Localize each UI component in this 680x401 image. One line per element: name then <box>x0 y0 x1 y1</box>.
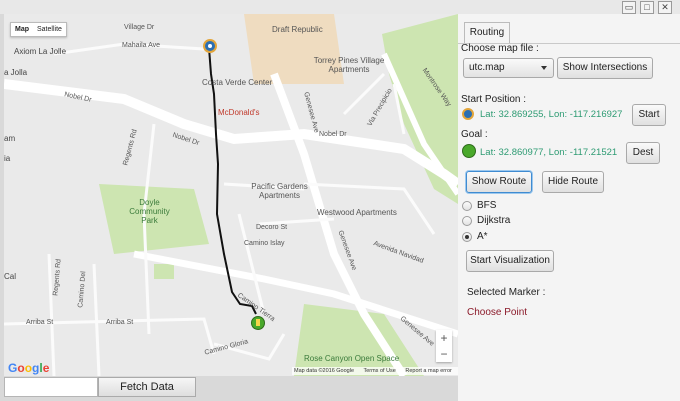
label-arriba-1: Arriba St <box>26 319 54 326</box>
park-area <box>154 264 174 279</box>
label-mcdonalds: McDonald's <box>218 108 260 117</box>
label-costa-verde: Costa Verde Center <box>202 78 273 87</box>
report-error-link[interactable]: Report a map error <box>405 368 451 374</box>
choose-point-text: Choose Point <box>467 307 528 318</box>
label-pacific-gardens: Pacific Gardens Apartments <box>251 182 308 200</box>
show-intersections-button[interactable]: Show Intersections <box>557 57 653 79</box>
start-visualization-button[interactable]: Start Visualization <box>466 250 554 272</box>
label-nobel-3: Nobel Dr <box>319 131 347 138</box>
label-draft-republic: Draft Republic <box>272 25 323 34</box>
label-cal: Cal <box>4 272 17 281</box>
start-button[interactable]: Start <box>632 104 666 126</box>
label-village-dr: Village Dr <box>124 24 155 31</box>
tab-routing[interactable]: Routing <box>464 22 510 43</box>
radio-dijkstra-label: Dijkstra <box>477 215 511 226</box>
label-axiom: Axiom La Jolle <box>14 47 67 56</box>
routing-panel: Routing Choose map file : utc.map Show I… <box>458 14 680 401</box>
show-route-button[interactable]: Show Route <box>466 171 532 193</box>
hide-route-button[interactable]: Hide Route <box>542 171 604 193</box>
radio-bfs-label: BFS <box>477 200 497 211</box>
minimize-icon[interactable]: ▭ <box>622 1 636 14</box>
label-jolla: a Jolla <box>4 68 28 77</box>
window-title-bar: ▭ □ ✕ <box>0 0 680 14</box>
map-file-value: utc.map <box>469 62 505 73</box>
map-attribution: Map data ©2016 Google Terms of Use Repor… <box>292 367 458 375</box>
map-type-satellite[interactable]: Satellite <box>33 23 66 36</box>
close-icon[interactable]: ✕ <box>658 1 672 14</box>
zoom-control[interactable]: + − <box>436 330 452 362</box>
start-coordinates: Lat: 32.869255, Lon: -117.216927 <box>480 109 623 120</box>
label-mahaila-ave: Mahaila Ave <box>122 42 161 49</box>
radio-astar-label: A* <box>477 231 488 242</box>
goal-coordinates: Lat: 32.860977, Lon: -117.21521 <box>480 147 618 158</box>
maximize-icon[interactable]: □ <box>640 1 654 14</box>
google-logo: Google <box>8 361 50 375</box>
label-decoro-st: Decoro St <box>256 224 288 231</box>
radio-dijkstra[interactable] <box>462 216 472 226</box>
zoom-in-button[interactable]: + <box>436 330 452 346</box>
map-type-control[interactable]: Map Satellite <box>10 22 67 37</box>
label-rose-canyon: Rose Canyon Open Space <box>304 354 400 363</box>
label-doyle-park: Doyle Community Park <box>129 198 170 225</box>
start-marker-icon[interactable] <box>203 39 217 53</box>
terms-of-use-link[interactable]: Terms of Use <box>363 368 395 374</box>
map-file-select[interactable]: utc.map <box>463 58 554 78</box>
choose-map-label: Choose map file : <box>461 43 539 54</box>
map-type-map[interactable]: Map <box>11 23 33 36</box>
label-ia: ia <box>4 154 11 163</box>
label-torrey-pines: Torrey Pines Village Apartments <box>313 56 385 74</box>
radio-astar[interactable] <box>462 232 472 242</box>
zoom-out-button[interactable]: − <box>436 346 452 362</box>
goal-marker-icon[interactable] <box>251 316 265 330</box>
selected-marker-label: Selected Marker : <box>467 287 546 298</box>
goal-position-icon <box>462 144 476 158</box>
goal-label: Goal : <box>461 129 488 140</box>
map-view[interactable]: Map Satellite Axiom La Jolle a Jolla Vil… <box>4 14 458 376</box>
label-am: am <box>4 134 16 143</box>
radio-bfs[interactable] <box>462 201 472 211</box>
start-position-icon <box>462 108 474 120</box>
label-camino-islay: Camino Islay <box>244 240 285 247</box>
data-input[interactable] <box>4 377 98 397</box>
label-westwood: Westwood Apartments <box>317 208 397 217</box>
attribution-map-data: Map data ©2016 Google <box>294 368 355 374</box>
start-position-label: Start Position : <box>461 94 527 105</box>
dest-button[interactable]: Dest <box>626 142 660 164</box>
label-arriba-2: Arriba St <box>106 319 134 326</box>
fetch-data-button[interactable]: Fetch Data <box>98 377 196 397</box>
chevron-down-icon <box>541 66 547 70</box>
